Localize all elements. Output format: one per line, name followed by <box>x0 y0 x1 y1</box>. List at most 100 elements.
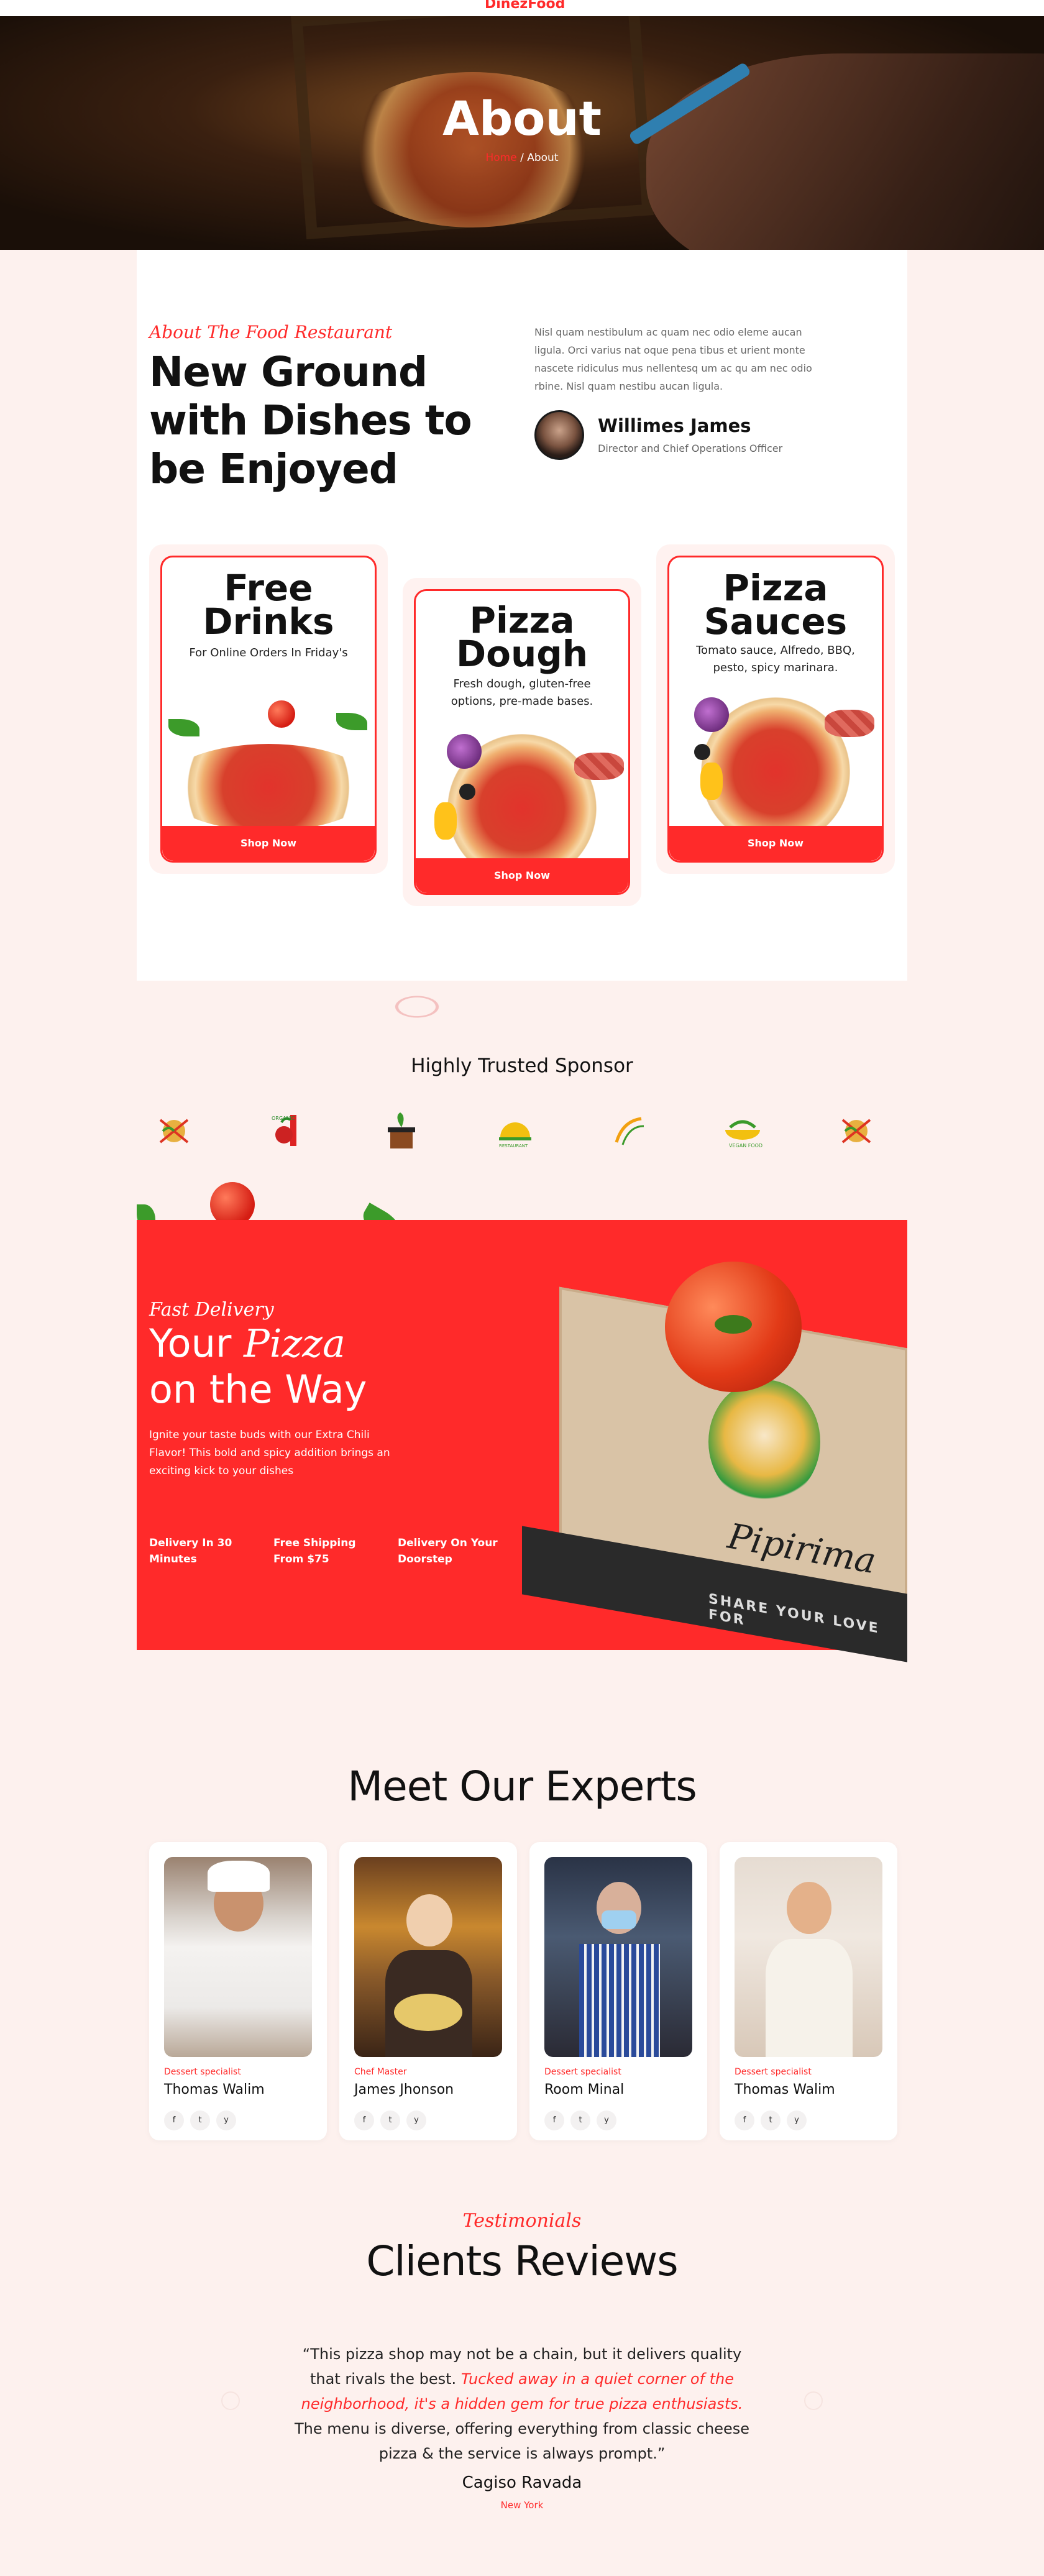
reviewer-name: Cagiso Ravada <box>462 2473 582 2492</box>
brand-logo[interactable]: DinezFood <box>485 0 565 12</box>
youtube-icon[interactable]: y <box>787 2111 807 2130</box>
page-title: About <box>442 91 602 146</box>
promo-text: Fresh dough, gluten-free options, pre-ma… <box>451 677 593 708</box>
face-mask <box>602 1910 636 1929</box>
delivery-heading-part: on the Way <box>149 1367 367 1412</box>
brand-name: Dinez <box>485 0 528 12</box>
promo-card-free-drinks: Free Drinks For Online Orders In Friday'… <box>149 544 388 874</box>
sponsor-heading: Highly Trusted Sponsor <box>411 1055 633 1077</box>
delivery-tagline: Fast Delivery <box>149 1299 274 1321</box>
promo-card-frame: Pizza Dough Fresh dough, gluten-free opt… <box>414 589 630 895</box>
promo-card-pizza-sauces: Pizza Sauces Tomato sauce, Alfredo, BBQ,… <box>656 544 895 874</box>
chef-hat <box>208 1861 270 1892</box>
next-arrow-button[interactable] <box>804 2391 823 2410</box>
expert-card[interactable]: Chef Master James Jhonson f t y <box>339 1842 517 2140</box>
testimonials-heading: Clients Reviews <box>366 2237 678 2285</box>
tomato-image <box>665 1262 802 1392</box>
delivery-description: Ignite your taste buds with our Extra Ch… <box>149 1429 390 1477</box>
olive-image <box>459 784 475 800</box>
expert-name: James Jhonson <box>354 2082 454 2097</box>
pizza-image <box>394 1994 462 2031</box>
breadcrumb-home[interactable]: Home <box>485 152 516 164</box>
delivery-heading-highlight: Pizza <box>244 1321 346 1366</box>
promo-card-frame: Pizza Sauces Tomato sauce, Alfredo, BBQ,… <box>667 556 884 863</box>
expert-card[interactable]: Dessert specialist Thomas Walim f t y <box>720 1842 897 2140</box>
brand-accent: Food <box>528 0 566 12</box>
twitter-icon[interactable]: t <box>190 2111 210 2130</box>
restaurant-logo-icon[interactable]: RESTAURANT <box>490 1106 540 1156</box>
youtube-icon[interactable]: y <box>216 2111 236 2130</box>
pizza-image <box>163 744 374 831</box>
pizza-logo-icon[interactable] <box>831 1106 881 1156</box>
onion-ring-decoration <box>387 992 447 1022</box>
facebook-icon[interactable]: f <box>164 2111 184 2130</box>
pizza-logo-icon[interactable] <box>149 1106 199 1156</box>
chef-mascot-image <box>708 1380 820 1504</box>
svg-text:VEGAN FOOD: VEGAN FOOD <box>729 1143 762 1148</box>
expert-name: Thomas Walim <box>735 2082 835 2097</box>
sponsor-logo-row: ORGANIC RESTAURANT VEGAN FOOD <box>149 1106 895 1162</box>
expert-role: Dessert specialist <box>735 2067 812 2077</box>
shop-now-button[interactable]: Shop Now <box>162 826 375 861</box>
youtube-icon[interactable]: y <box>406 2111 426 2130</box>
promo-title: Pizza Dough <box>456 599 588 675</box>
promo-text: Tomato sauce, Alfredo, BBQ, pesto, spicy… <box>696 644 855 674</box>
promo-title: Pizza Sauces <box>703 567 848 643</box>
onion-image <box>694 697 729 732</box>
expert-face <box>406 1894 452 1946</box>
youtube-icon[interactable]: y <box>597 2111 616 2130</box>
shop-now-button[interactable]: Shop Now <box>416 858 628 893</box>
about-description: Nisl quam nestibulum ac quam nec odio el… <box>534 326 812 392</box>
twitter-icon[interactable]: t <box>380 2111 400 2130</box>
quote-text: The menu is diverse, offering everything… <box>294 2420 750 2462</box>
expert-role: Dessert specialist <box>164 2067 241 2077</box>
olive-image <box>694 744 710 760</box>
facebook-icon[interactable]: f <box>354 2111 374 2130</box>
expert-name: Room Minal <box>544 2082 625 2097</box>
testimonials-tagline: Testimonials <box>462 2210 582 2232</box>
delivery-feature: Delivery On Your Doorstep <box>398 1537 498 1565</box>
svg-text:RESTAURANT: RESTAURANT <box>499 1144 528 1148</box>
avatar <box>534 410 584 460</box>
expert-apron <box>579 1944 660 2057</box>
author-role: Director and Chief Operations Officer <box>598 442 783 454</box>
tomato-image <box>268 700 295 728</box>
testimonial-quote: “This pizza shop may not be a chain, but… <box>292 2342 752 2466</box>
breadcrumb-current: About <box>527 152 559 164</box>
expert-face <box>787 1882 831 1934</box>
pepper-image <box>700 763 723 800</box>
expert-role: Chef Master <box>354 2067 407 2077</box>
basil-leaf-image <box>336 713 367 730</box>
breadcrumb: Home / About <box>0 152 1044 164</box>
expert-photo <box>735 1857 882 2057</box>
twitter-icon[interactable]: t <box>761 2111 781 2130</box>
expert-card[interactable]: Dessert specialist Thomas Walim f t y <box>149 1842 327 2140</box>
delivery-heading: Your Pizza on the Way <box>149 1321 367 1413</box>
vegan-food-logo-icon[interactable]: VEGAN FOOD <box>718 1106 767 1156</box>
basil-leaf-image <box>168 719 199 736</box>
promo-card-pizza-dough: Pizza Dough Fresh dough, gluten-free opt… <box>403 578 641 906</box>
svg-text:ORGANIC: ORGANIC <box>272 1116 295 1121</box>
expert-card[interactable]: Dessert specialist Room Minal f t y <box>529 1842 707 2140</box>
facebook-icon[interactable]: f <box>544 2111 564 2130</box>
about-heading: New Ground with Dishes to be Enjoyed <box>149 348 472 493</box>
plant-pot-logo-icon[interactable] <box>377 1106 426 1156</box>
expert-name: Thomas Walim <box>164 2082 265 2097</box>
facebook-icon[interactable]: f <box>735 2111 754 2130</box>
onion-image <box>447 734 482 769</box>
delivery-feature: Delivery In 30 Minutes <box>149 1537 232 1565</box>
expert-role: Dessert specialist <box>544 2067 621 2077</box>
twitter-icon[interactable]: t <box>570 2111 590 2130</box>
expert-photo <box>354 1857 502 2057</box>
expert-photo <box>544 1857 692 2057</box>
promo-text: For Online Orders In Friday's <box>189 646 348 659</box>
prev-arrow-button[interactable] <box>221 2391 240 2410</box>
about-tagline: About The Food Restaurant <box>149 322 393 342</box>
promo-card-frame: Free Drinks For Online Orders In Friday'… <box>160 556 377 863</box>
breadcrumb-separator: / <box>520 152 524 164</box>
chef-logo-icon[interactable] <box>604 1106 654 1156</box>
shop-now-button[interactable]: Shop Now <box>669 826 882 861</box>
author-name: Willimes James <box>598 415 751 436</box>
expert-photo <box>164 1857 312 2057</box>
organic-food-logo-icon[interactable]: ORGANIC <box>263 1106 313 1156</box>
